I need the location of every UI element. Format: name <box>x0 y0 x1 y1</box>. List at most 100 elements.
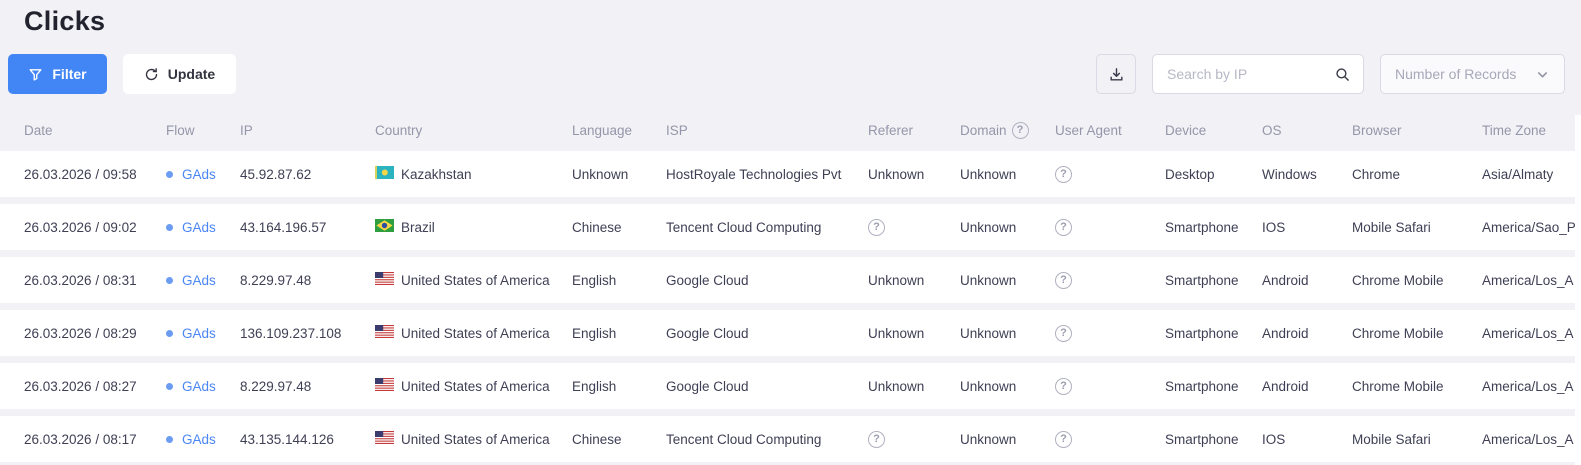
column-header-label: Browser <box>1352 122 1402 138</box>
search-input[interactable] <box>1165 65 1334 83</box>
country-name: Brazil <box>401 219 435 235</box>
column-header-label: Domain <box>960 122 1007 138</box>
filter-button[interactable]: Filter <box>8 54 107 94</box>
cell-browser: Chrome Mobile <box>1352 272 1444 288</box>
flow-link[interactable]: GAds <box>182 432 216 447</box>
download-button[interactable] <box>1096 54 1136 94</box>
update-button-label: Update <box>167 66 216 82</box>
search-box <box>1152 54 1364 94</box>
column-header-date: Date <box>24 123 166 138</box>
cell-domain: Unknown <box>960 219 1017 235</box>
records-dropdown[interactable]: Number of Records <box>1380 54 1565 94</box>
column-header-device: Device <box>1165 123 1262 138</box>
cell-date: 26.03.2026 / 08:29 <box>24 325 137 341</box>
vertical-scrollbar[interactable] <box>1575 115 1581 465</box>
column-header-label: ISP <box>666 122 688 138</box>
refresh-icon <box>144 67 159 82</box>
cell-referer: Unknown <box>868 378 925 394</box>
cell-user-agent: ? <box>1055 271 1165 289</box>
cell-isp: Tencent Cloud Computing <box>666 219 822 235</box>
cell-os: Windows <box>1262 166 1317 182</box>
cell-isp: Google Cloud <box>666 378 749 394</box>
flow-link[interactable]: GAds <box>182 273 216 288</box>
page-title: Clicks <box>24 6 106 36</box>
column-header-country: Country <box>375 123 572 138</box>
cell-os: Android <box>1262 272 1309 288</box>
flow-status-dot-icon <box>166 276 173 284</box>
column-header-browser: Browser <box>1352 123 1482 138</box>
cell-user-agent: ? <box>1055 377 1165 395</box>
cell-ip: 43.135.144.126 <box>240 431 334 447</box>
cell-device: Smartphone <box>1165 325 1239 341</box>
flow-link[interactable]: GAds <box>182 379 216 394</box>
flag-usa-icon <box>375 378 394 394</box>
cell-date: 26.03.2026 / 09:02 <box>24 219 137 235</box>
flow-status-dot-icon <box>166 329 173 337</box>
flow-link[interactable]: GAds <box>182 220 216 235</box>
flow-status-dot-icon <box>166 170 173 178</box>
chevron-down-icon <box>1535 67 1550 82</box>
cell-ip: 45.92.87.62 <box>240 166 312 182</box>
cell-date: 26.03.2026 / 08:31 <box>24 272 137 288</box>
cell-referer: Unknown <box>868 272 925 288</box>
cell-os: Android <box>1262 378 1309 394</box>
user-agent-help-icon[interactable]: ? <box>1055 430 1072 448</box>
column-header-ip: IP <box>240 123 375 138</box>
country-name: United States of America <box>401 325 550 341</box>
flag-brazil-icon <box>375 219 394 235</box>
cell-domain: Unknown <box>960 431 1017 447</box>
cell-timezone: Asia/Almaty <box>1482 166 1554 182</box>
cell-language: English <box>572 378 617 394</box>
cell-timezone: America/Los_A <box>1482 272 1574 288</box>
column-header-time-zone: Time Zone <box>1482 123 1581 138</box>
country-name: United States of America <box>401 431 550 447</box>
cell-language: English <box>572 325 617 341</box>
toolbar: Filter Update Number of Records <box>8 54 1565 94</box>
user-agent-help-icon[interactable]: ? <box>1055 271 1072 289</box>
cell-user-agent: ? <box>1055 324 1165 342</box>
referer-help-icon[interactable]: ? <box>868 430 885 448</box>
country-name: United States of America <box>401 272 550 288</box>
cell-browser: Chrome <box>1352 166 1401 182</box>
flag-kazakhstan-icon <box>375 166 394 182</box>
cell-language: Chinese <box>572 431 622 447</box>
user-agent-help-icon[interactable]: ? <box>1055 324 1072 342</box>
cell-country: United States of America <box>375 378 572 394</box>
flag-usa-icon <box>375 431 394 447</box>
cell-country: Kazakhstan <box>375 166 572 182</box>
cell-flow: GAds <box>166 326 240 341</box>
cell-country: United States of America <box>375 325 572 341</box>
user-agent-help-icon[interactable]: ? <box>1055 218 1072 236</box>
user-agent-help-icon[interactable]: ? <box>1055 377 1072 395</box>
cell-isp: HostRoyale Technologies Pvt <box>666 166 842 182</box>
cell-country: Brazil <box>375 219 572 235</box>
flow-link[interactable]: GAds <box>182 326 216 341</box>
column-header-label: User Agent <box>1055 122 1122 138</box>
domain-help-icon[interactable]: ? <box>1011 121 1029 139</box>
flow-link[interactable]: GAds <box>182 167 216 182</box>
column-header-language: Language <box>572 123 666 138</box>
cell-domain: Unknown <box>960 378 1017 394</box>
cell-device: Smartphone <box>1165 272 1239 288</box>
cell-device: Smartphone <box>1165 378 1239 394</box>
cell-flow: GAds <box>166 220 240 235</box>
cell-user-agent: ? <box>1055 165 1165 183</box>
column-header-domain: Domain? <box>960 121 1055 139</box>
cell-timezone: America/Los_A <box>1482 431 1574 447</box>
cell-domain: Unknown <box>960 325 1017 341</box>
cell-browser: Chrome Mobile <box>1352 325 1444 341</box>
column-header-label: Country <box>375 122 423 138</box>
cell-date: 26.03.2026 / 09:58 <box>24 166 137 182</box>
update-button[interactable]: Update <box>123 54 236 94</box>
column-header-user-agent: User Agent <box>1055 123 1165 138</box>
column-header-isp: ISP <box>666 123 868 138</box>
user-agent-help-icon[interactable]: ? <box>1055 165 1072 183</box>
magnifier-icon[interactable] <box>1334 66 1351 83</box>
cell-os: IOS <box>1262 219 1286 235</box>
referer-help-icon[interactable]: ? <box>868 218 885 236</box>
filter-button-label: Filter <box>52 66 87 82</box>
cell-timezone: America/Los_A <box>1482 325 1574 341</box>
column-header-label: IP <box>240 122 253 138</box>
cell-ip: 8.229.97.48 <box>240 378 312 394</box>
cell-flow: GAds <box>166 432 240 447</box>
